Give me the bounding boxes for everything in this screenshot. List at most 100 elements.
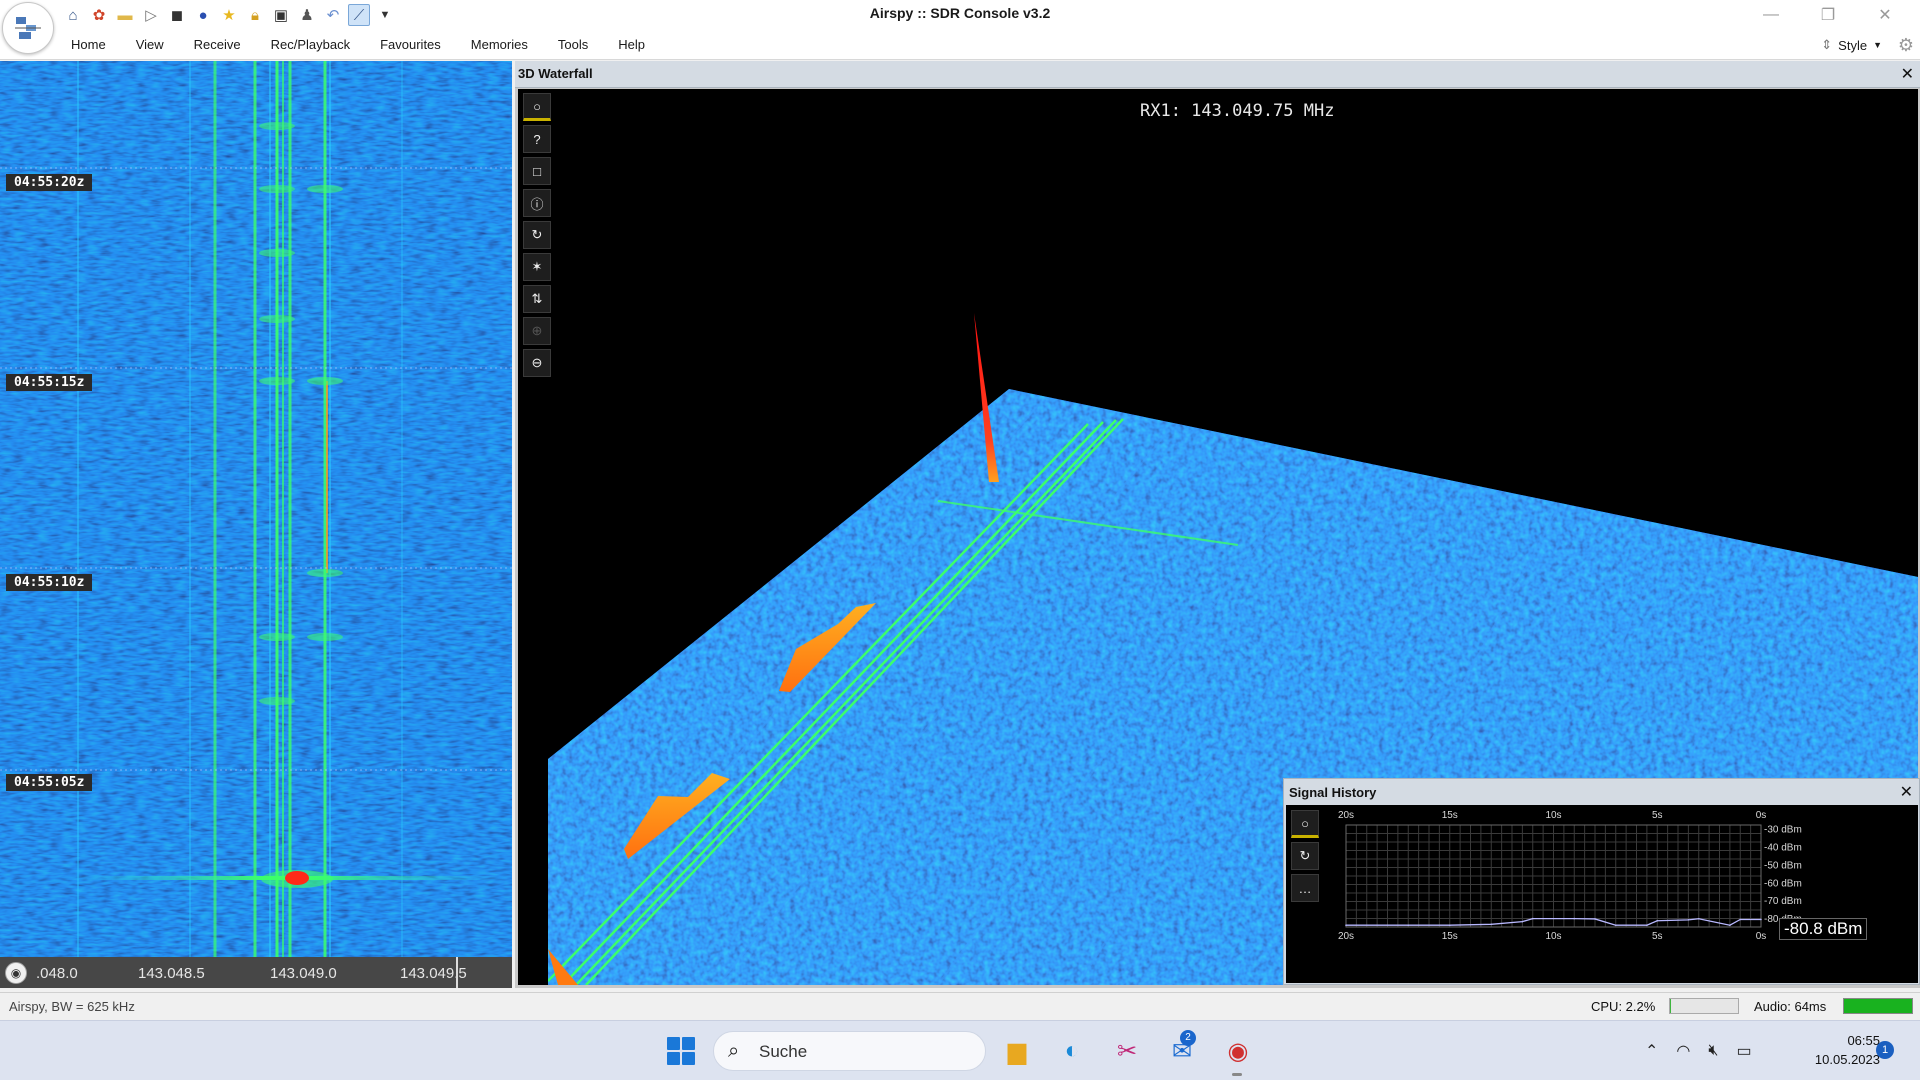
signal-data-point [1646, 924, 1648, 927]
menu-rec-playback[interactable]: Rec/Playback [256, 30, 365, 60]
notification-badge[interactable]: 1 [1876, 1041, 1894, 1059]
play-icon[interactable]: ▷ [140, 4, 162, 26]
title-bar: ⌂ ✿ ▬ ▷ ◼ ● ★ 🔒︎ ▣ ♟ ↶ ⟋ ▼ Airspy :: SDR… [0, 0, 1920, 54]
folder-icon[interactable]: ▬ [114, 4, 136, 26]
settings-gear-icon[interactable]: ⚙ [1898, 35, 1914, 56]
star-icon[interactable]: ✶ [523, 253, 551, 281]
audio-buffer-fill [1844, 999, 1912, 1013]
signal-level-readout: -80.8 dBm [1779, 918, 1868, 940]
scale-reset-button[interactable]: ◉ [5, 962, 27, 984]
x-tick-label: 0s [1756, 931, 1767, 942]
help-icon[interactable]: ? [523, 125, 551, 153]
rotate-icon[interactable]: ↻ [1291, 842, 1319, 870]
home-icon[interactable]: ⌂ [62, 4, 84, 26]
signal-data-point [1448, 924, 1451, 927]
target-icon: ◉ [10, 966, 22, 980]
restore-icon: ❐ [1820, 7, 1836, 24]
freq-tick-label: .048.0 [36, 965, 78, 982]
record-icon[interactable]: ● [192, 4, 214, 26]
search-placeholder: Suche [759, 1042, 808, 1061]
rotate-icon[interactable]: ↻ [523, 221, 551, 249]
signal-data-point [1729, 924, 1731, 927]
info-icon[interactable]: ⓘ [523, 189, 551, 217]
y-tick-label: -60 dBm [1764, 878, 1802, 889]
signal-data-point [1531, 917, 1534, 920]
chevron-up-icon[interactable]: ⌃ [1645, 1041, 1658, 1061]
y-tick-label: -70 dBm [1764, 896, 1802, 907]
square-icon[interactable]: □ [523, 157, 551, 185]
menu-favourites[interactable]: Favourites [365, 30, 456, 60]
undo-icon[interactable]: ↶ [322, 4, 344, 26]
circle-icon[interactable]: ○ [523, 93, 551, 121]
updown-icon[interactable]: ⇅ [523, 285, 551, 313]
minimize-button[interactable]: — [1748, 0, 1794, 30]
person-icon[interactable]: ♟ [296, 4, 318, 26]
menu-memories[interactable]: Memories [456, 30, 543, 60]
close-icon[interactable]: ✕ [1901, 64, 1914, 84]
app-logo-icon [15, 17, 41, 39]
cpu-usage-fill [1670, 999, 1672, 1013]
camera-icon[interactable]: ▣ [270, 4, 292, 26]
windows-start-icon[interactable] [664, 1034, 698, 1068]
menu-view[interactable]: View [121, 30, 179, 60]
style-menu[interactable]: ⇕ Style ▼ [1821, 30, 1882, 60]
file-explorer-icon[interactable]: ▆ [997, 1031, 1037, 1071]
speaker-muted-icon[interactable]: 🔇︎ [1708, 1042, 1718, 1060]
x-tick-label: 20s [1338, 810, 1354, 821]
minimize-icon: — [1763, 6, 1779, 23]
battery-icon[interactable]: ▭ [1736, 1041, 1751, 1061]
menu-receive[interactable]: Receive [179, 30, 256, 60]
waterfall-2d-display[interactable] [0, 61, 512, 957]
taskbar-clock[interactable]: 06:55 10.05.2023 [1780, 1031, 1880, 1069]
panel-title: Signal History [1289, 785, 1377, 800]
x-tick-label: 0s [1756, 810, 1767, 821]
tuning-marker [456, 957, 458, 988]
cpu-usage-bar [1669, 998, 1739, 1014]
display-icon[interactable]: ⟋ [348, 4, 370, 26]
star-icon[interactable]: ★ [218, 4, 240, 26]
restore-button[interactable]: ❐ [1805, 0, 1851, 30]
signal-data-point [1345, 924, 1347, 927]
time-label: 04:55:20z [6, 174, 93, 191]
taskbar-search[interactable]: ⌕ Suche [713, 1031, 986, 1071]
menu-help[interactable]: Help [603, 30, 660, 60]
circle-icon[interactable]: ○ [1291, 810, 1319, 838]
radio-icon[interactable]: ✿ [88, 4, 110, 26]
stop-icon[interactable]: ◼ [166, 4, 188, 26]
taskbar: ⌕ Suche ▆ ◐ ✂ ✉ 2 ◉ ⌃ ◠ 🔇︎ ▭ 06:55 10.05… [0, 1020, 1920, 1080]
close-icon: ✕ [1878, 7, 1892, 24]
close-button[interactable]: ✕ [1862, 0, 1908, 30]
panel-title: 3D Waterfall [518, 66, 593, 81]
y-tick-label: -40 dBm [1764, 842, 1802, 853]
frequency-scale[interactable]: ◉ .048.0 143.048.5 143.049.0 143.049.5 [0, 957, 512, 988]
signal-data-point [1490, 923, 1493, 926]
crosshair-icon[interactable]: ⊕ [523, 317, 551, 345]
signal-data-point [1407, 924, 1410, 927]
signal-data-point [1697, 917, 1700, 920]
signal-data-point [1573, 917, 1576, 920]
sdr-console-icon[interactable]: ◉ [1218, 1031, 1258, 1071]
zoom-out-icon[interactable]: ⊖ [523, 349, 551, 377]
edge-browser-icon[interactable]: ◐ [1052, 1031, 1092, 1071]
more-icon[interactable]: … [1291, 874, 1319, 902]
cpu-label: CPU: 2.2% [1591, 999, 1656, 1014]
x-tick-label: 15s [1442, 810, 1458, 821]
close-icon[interactable]: ✕ [1900, 782, 1913, 802]
menu-home[interactable]: Home [56, 30, 121, 60]
snipping-tool-icon[interactable]: ✂ [1107, 1031, 1147, 1071]
y-tick-label: -50 dBm [1764, 860, 1802, 871]
freq-tick-label: 143.049.0 [270, 965, 337, 982]
signal-history-panel: Signal History ✕ ○ ↻ … 20s 20s 15s 15s 10s 10… [1283, 778, 1920, 985]
app-menu-button[interactable] [2, 2, 54, 54]
time-label: 04:55:10z [6, 574, 93, 591]
clock-time: 06:55 [1847, 1033, 1880, 1048]
dropdown-icon[interactable]: ▼ [374, 4, 396, 26]
lock-icon[interactable]: 🔒︎ [244, 4, 266, 26]
signal-history-header: Signal History ✕ [1284, 779, 1919, 805]
menu-tools[interactable]: Tools [543, 30, 603, 60]
wifi-icon[interactable]: ◠ [1676, 1041, 1690, 1061]
audio-buffer-bar [1843, 998, 1913, 1014]
time-label: 04:55:05z [6, 774, 93, 791]
chart-grid [1345, 824, 1762, 928]
system-tray: ⌃ ◠ 🔇︎ ▭ [1645, 1039, 1752, 1063]
